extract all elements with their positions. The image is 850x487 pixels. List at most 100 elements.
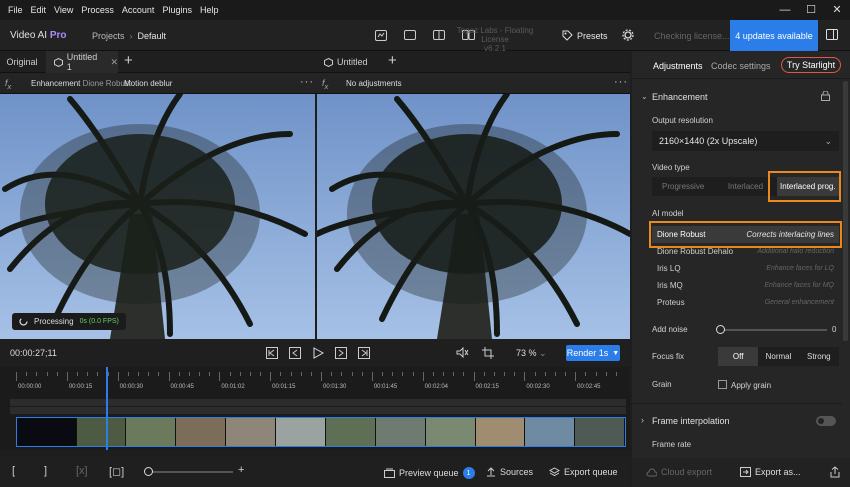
cloud-export-label: Cloud export: [661, 467, 713, 477]
updates-button[interactable]: 4 updates available: [730, 20, 818, 51]
menu-edit[interactable]: Edit: [27, 5, 51, 15]
video-type-progressive[interactable]: Progressive: [652, 177, 714, 196]
share-icon[interactable]: [830, 466, 840, 480]
timeline[interactable]: 00:00:00 00:00:15 00:00:30 00:00:45 00:01:02…: [0, 367, 630, 450]
lock-icon[interactable]: [821, 90, 830, 103]
upload-icon: [487, 467, 495, 477]
ruler-tick: [270, 372, 272, 381]
chevron-down-icon[interactable]: ⌄: [641, 92, 648, 101]
output-resolution-select[interactable]: 2160×1440 (2x Upscale) ⌄: [652, 131, 839, 151]
clear-marks-icon[interactable]: [x]: [76, 465, 88, 477]
tick-label: 00:02:45: [577, 384, 601, 390]
apply-grain-label[interactable]: Apply grain: [731, 381, 771, 390]
app-header: Video AI Pro Projects › Default Topaz Labs…: [0, 20, 850, 53]
add-tab-button[interactable]: +: [124, 52, 133, 69]
panel-toggle-icon[interactable]: [826, 29, 838, 42]
timeline-zoom-slider[interactable]: [145, 471, 233, 473]
tab-codec-settings[interactable]: Codec settings: [711, 61, 771, 71]
caret-down-icon: ▼: [612, 349, 620, 357]
fx-icon-right[interactable]: fx: [322, 78, 328, 91]
menu-view[interactable]: View: [50, 5, 77, 15]
menu-account[interactable]: Account: [118, 5, 159, 15]
model-iris-lq[interactable]: Iris LQ Enhance faces for LQ: [652, 260, 839, 277]
timeline-zoom-knob[interactable]: [144, 467, 153, 476]
window-controls: — ☐ ✕: [772, 0, 850, 20]
playhead[interactable]: [106, 367, 108, 450]
export-as-button[interactable]: Export as...: [740, 467, 801, 477]
ruler-tick: [412, 372, 414, 376]
zoom-in-icon[interactable]: +: [238, 464, 244, 476]
more-options-icon-right[interactable]: ···: [614, 76, 628, 88]
sources-label: Sources: [500, 467, 534, 477]
close-icon[interactable]: ✕: [110, 57, 118, 68]
film-frame: [525, 418, 576, 446]
sources-button[interactable]: Sources: [486, 467, 533, 477]
render-button[interactable]: Render 1s ▼: [566, 345, 620, 361]
output-resolution-label: Output resolution: [652, 116, 713, 125]
breadcrumb-projects[interactable]: Projects: [92, 31, 125, 41]
next-frame-icon[interactable]: [334, 346, 348, 360]
motion-deblur-chip[interactable]: Motion deblur: [124, 79, 172, 88]
menu-plugins[interactable]: Plugins: [158, 5, 196, 15]
mark-in-icon[interactable]: [: [12, 465, 15, 477]
chevron-right-icon[interactable]: ›: [641, 415, 644, 425]
enhanced-preview[interactable]: [317, 94, 630, 339]
mark-out-icon[interactable]: ]: [44, 465, 47, 477]
tab-adjustments[interactable]: Adjustments: [653, 61, 703, 71]
model-name: Iris MQ: [657, 281, 683, 290]
tab-untitled-1[interactable]: Untitled 1 ✕: [46, 51, 118, 73]
focus-fix-selector: Off Normal Strong: [718, 347, 839, 366]
tab-original[interactable]: Original: [0, 51, 44, 73]
play-icon[interactable]: [311, 346, 325, 360]
fit-timeline-icon[interactable]: [◻]: [109, 465, 124, 478]
apply-grain-checkbox[interactable]: [718, 380, 727, 389]
processing-label: Processing: [34, 317, 74, 326]
model-iris-mq[interactable]: Iris MQ Enhance faces for MQ: [652, 277, 839, 294]
original-preview[interactable]: [0, 94, 315, 339]
enhancement-chip[interactable]: Enhancement Dione Robust: [31, 79, 131, 88]
ruler-tick: [26, 372, 28, 376]
presets-button[interactable]: Presets: [562, 30, 608, 41]
more-options-icon[interactable]: ···: [300, 76, 314, 88]
try-starlight-button[interactable]: Try Starlight: [781, 57, 841, 73]
focus-fix-off[interactable]: Off: [718, 347, 759, 366]
cloud-export-button[interactable]: Cloud export: [646, 467, 712, 477]
maximize-button[interactable]: ☐: [798, 0, 824, 20]
palm-tree-enhanced-image: [317, 94, 630, 339]
frame-interpolation-title[interactable]: Frame interpolation: [652, 416, 730, 426]
gear-icon[interactable]: [622, 29, 634, 43]
crop-icon[interactable]: [482, 347, 494, 361]
zoom-select[interactable]: 73 % ⌄: [516, 348, 547, 359]
cube-icon: [324, 57, 333, 67]
menu-file[interactable]: File: [4, 5, 27, 15]
ruler-tick: [615, 372, 617, 376]
no-adjustments-label: No adjustments: [346, 79, 402, 88]
fx-icon[interactable]: fx: [5, 78, 11, 91]
focus-fix-strong[interactable]: Strong: [799, 347, 839, 366]
menu-bar: File Edit View Process Account Plugins H…: [0, 0, 850, 20]
enhancement-section-title[interactable]: Enhancement: [652, 92, 708, 102]
previous-frame-icon[interactable]: [288, 346, 302, 360]
tab-untitled[interactable]: Untitled: [318, 51, 382, 73]
panel-scrollbar[interactable]: [843, 81, 848, 341]
fullscreen-view-icon[interactable]: [401, 27, 419, 43]
add-tab-button-right[interactable]: +: [388, 52, 397, 69]
export-icon: [740, 467, 751, 477]
preview-queue-button[interactable]: Preview queue 1: [384, 467, 475, 479]
close-button[interactable]: ✕: [824, 0, 850, 20]
minimize-button[interactable]: —: [772, 0, 798, 20]
single-view-icon[interactable]: [372, 27, 390, 43]
skip-to-start-icon[interactable]: [265, 346, 279, 360]
add-noise-knob[interactable]: [716, 325, 725, 334]
mute-icon[interactable]: [456, 346, 469, 360]
menu-process[interactable]: Process: [77, 5, 118, 15]
menu-help[interactable]: Help: [196, 5, 223, 15]
skip-to-end-icon[interactable]: [357, 346, 371, 360]
focus-fix-normal[interactable]: Normal: [758, 347, 798, 366]
model-proteus[interactable]: Proteus General enhancement: [652, 294, 839, 311]
frame-interpolation-toggle[interactable]: [816, 416, 836, 426]
export-queue-button[interactable]: Export queue: [549, 467, 618, 477]
add-noise-slider[interactable]: [719, 329, 827, 331]
tick-label: 00:02:04: [424, 384, 449, 390]
breadcrumb-current[interactable]: Default: [138, 31, 167, 41]
